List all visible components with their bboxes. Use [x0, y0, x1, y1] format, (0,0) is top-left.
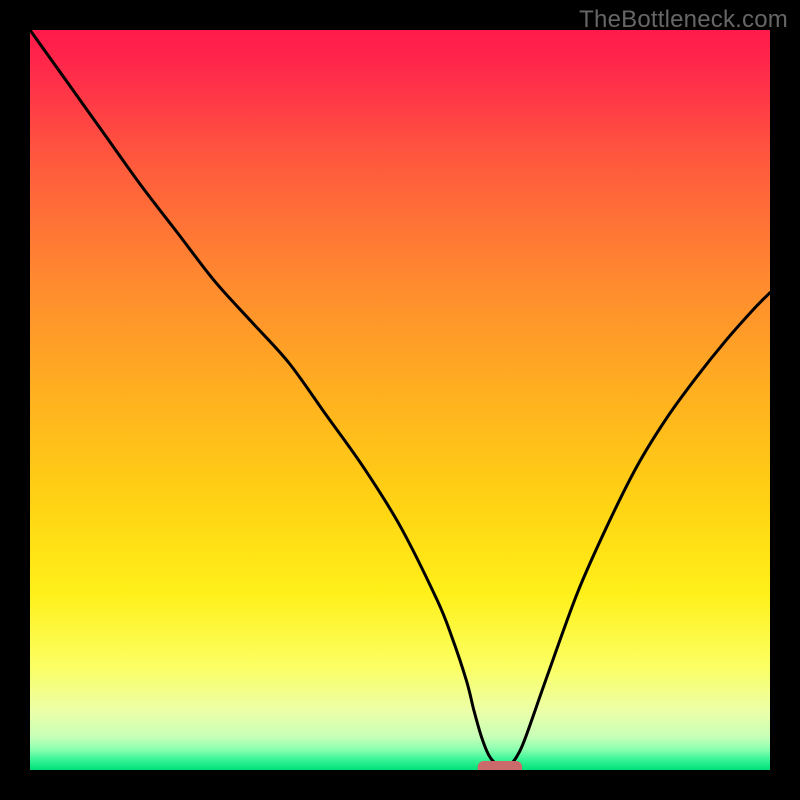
gradient-fill	[30, 30, 770, 770]
chart-svg	[30, 30, 770, 770]
chart-frame: TheBottleneck.com	[0, 0, 800, 800]
balance-marker	[478, 761, 522, 770]
plot-area	[30, 30, 770, 770]
